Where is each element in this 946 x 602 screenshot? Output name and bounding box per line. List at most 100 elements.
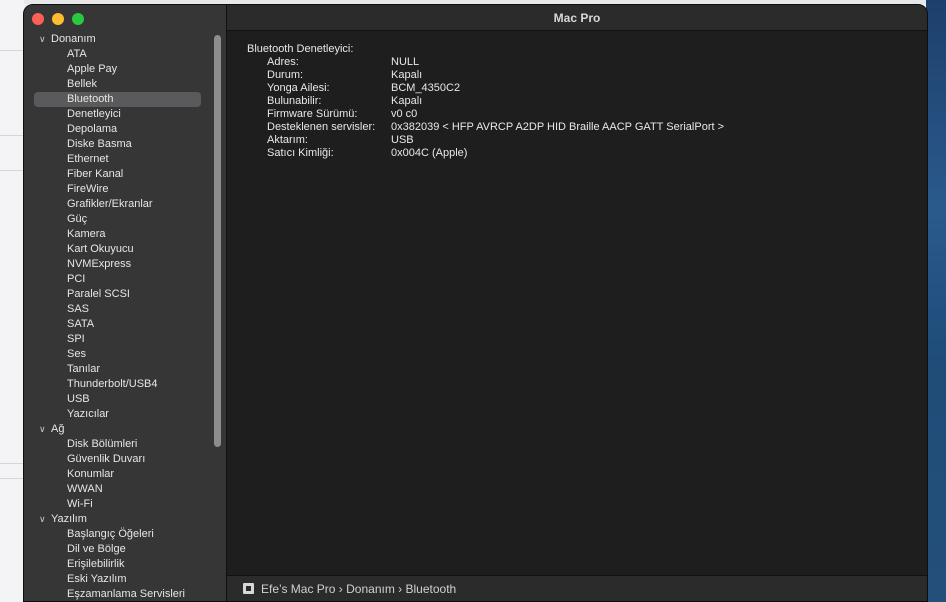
sidebar-item[interactable]: Eşzamanlama Servisleri	[24, 587, 214, 601]
sidebar-item[interactable]: SAS	[24, 302, 214, 317]
sidebar-scrollbar[interactable]	[214, 35, 221, 447]
property-row: Satıcı Kimliği: 0x004C (Apple)	[247, 147, 927, 160]
sidebar-item-label: Dil ve Bölge	[67, 543, 126, 555]
sidebar-item[interactable]: Thunderbolt/USB4	[24, 377, 214, 392]
close-button[interactable]	[32, 13, 44, 25]
sidebar-item[interactable]: Disk Bölümleri	[24, 437, 214, 452]
property-value: Kapalı	[391, 95, 423, 107]
sidebar-item-label: ATA	[67, 48, 87, 60]
sidebar-item-label: Diske Basma	[67, 138, 132, 150]
property-row: Yonga Ailesi: BCM_4350C2	[247, 82, 927, 95]
sidebar-item-label: Erişilebilirlik	[67, 558, 125, 570]
window-controls	[32, 13, 84, 25]
system-information-window: ∨ Donanım ATA Apple Pay Bellek Bluetooth Denet…	[23, 4, 928, 602]
background-window-edge	[0, 0, 24, 602]
sidebar-item-label: Tanılar	[67, 363, 101, 375]
sidebar-item[interactable]: Wi-Fi	[24, 497, 214, 512]
sidebar-item[interactable]: Yazıcılar	[24, 407, 214, 422]
sidebar-item-label: Depolama	[67, 123, 118, 135]
sidebar-item-label: Güç	[67, 213, 88, 225]
chevron-down-icon[interactable]: ∨	[39, 32, 49, 47]
sidebar-item[interactable]: Eski Yazılım	[24, 572, 214, 587]
sidebar-item-label: Eski Yazılım	[67, 573, 127, 585]
sidebar-item[interactable]: ATA	[24, 47, 214, 62]
sidebar-item[interactable]: Kart Okuyucu	[24, 242, 214, 257]
sidebar-item-label: Ethernet	[67, 153, 109, 165]
sidebar-item-label: SATA	[67, 318, 95, 330]
sidebar-item[interactable]: Kamera	[24, 227, 214, 242]
property-key: Aktarım:	[267, 134, 308, 146]
property-row: Aktarım: USB	[247, 134, 927, 147]
sidebar-item[interactable]: SPI	[24, 332, 214, 347]
sidebar-item[interactable]: SATA	[24, 317, 214, 332]
sidebar-item-label: Ses	[67, 348, 86, 360]
sidebar-item[interactable]: Ethernet	[24, 152, 214, 167]
sidebar-item[interactable]: USB	[24, 392, 214, 407]
sidebar-section[interactable]: ∨ Ağ	[24, 422, 214, 437]
title-bar: Mac Pro	[227, 5, 927, 31]
property-value: 0x004C (Apple)	[391, 147, 468, 159]
chevron-down-icon[interactable]: ∨	[39, 512, 49, 527]
property-list: Adres: NULL Durum: Kapalı Yonga Ailesi: BCM_4…	[247, 56, 927, 160]
sidebar-item[interactable]: Grafikler/Ekranlar	[24, 197, 214, 212]
sidebar-item-label: Güvenlik Duvarı	[67, 453, 146, 465]
property-row: Adres: NULL	[247, 56, 927, 69]
sidebar-item[interactable]: Fiber Kanal	[24, 167, 214, 182]
sidebar-item-label: Bellek	[67, 78, 97, 90]
path-bar: Efe’s Mac Pro › Donanım › Bluetooth	[227, 575, 927, 601]
sidebar-item[interactable]: Apple Pay	[24, 62, 214, 77]
sidebar-item-label: Paralel SCSI	[67, 288, 130, 300]
sidebar-item[interactable]: Konumlar	[24, 467, 214, 482]
sidebar-item[interactable]: Ses	[24, 347, 214, 362]
sidebar-item-label: Wi-Fi	[67, 498, 93, 510]
breadcrumb: Efe’s Mac Pro › Donanım › Bluetooth	[261, 581, 457, 596]
sidebar-item[interactable]: FireWire	[24, 182, 214, 197]
sidebar-item[interactable]: Paralel SCSI	[24, 287, 214, 302]
property-row: Durum: Kapalı	[247, 69, 927, 82]
sidebar-item[interactable]: PCI	[24, 272, 214, 287]
sidebar-item[interactable]: Depolama	[24, 122, 214, 137]
property-value: v0 c0	[391, 108, 418, 120]
sidebar-item-label: SPI	[67, 333, 85, 345]
sidebar-item-selected[interactable]: Bluetooth	[24, 92, 214, 107]
property-key: Satıcı Kimliği:	[267, 147, 334, 159]
sidebar-item[interactable]: Tanılar	[24, 362, 214, 377]
sidebar-section[interactable]: ∨ Yazılım	[24, 512, 214, 527]
sidebar-item-label: Grafikler/Ekranlar	[67, 198, 153, 210]
sidebar-item[interactable]: Güç	[24, 212, 214, 227]
sidebar: ∨ Donanım ATA Apple Pay Bellek Bluetooth Denet…	[24, 5, 227, 601]
sidebar-item[interactable]: Erişilebilirlik	[24, 557, 214, 572]
property-value: NULL	[391, 56, 420, 68]
zoom-button[interactable]	[72, 13, 84, 25]
chevron-down-icon[interactable]: ∨	[39, 422, 49, 437]
computer-icon	[243, 583, 254, 594]
property-value: 0x382039 < HFP AVRCP A2DP HID Braille AA…	[391, 121, 725, 133]
sidebar-item-label: FireWire	[67, 183, 109, 195]
sidebar-tree: ∨ Donanım ATA Apple Pay Bellek Bluetooth Denet…	[24, 32, 214, 601]
property-key: Firmware Sürümü:	[267, 108, 358, 120]
sidebar-item-label: Yazılım	[51, 513, 87, 525]
sidebar-item-label: NVMExpress	[67, 258, 132, 270]
sidebar-item-label: Disk Bölümleri	[67, 438, 138, 450]
sidebar-item[interactable]: NVMExpress	[24, 257, 214, 272]
property-value: Kapalı	[391, 69, 423, 81]
sidebar-item-label: WWAN	[67, 483, 103, 495]
sidebar-item[interactable]: Başlangıç Öğeleri	[24, 527, 214, 542]
sidebar-item[interactable]: Güvenlik Duvarı	[24, 452, 214, 467]
desktop-wallpaper	[926, 0, 946, 602]
minimize-button[interactable]	[52, 13, 64, 25]
property-key: Durum:	[267, 69, 304, 81]
property-row: Bulunabilir: Kapalı	[247, 95, 927, 108]
sidebar-item[interactable]: Bellek	[24, 77, 214, 92]
sidebar-item[interactable]: WWAN	[24, 482, 214, 497]
sidebar-section[interactable]: ∨ Donanım	[24, 32, 214, 47]
property-row: Firmware Sürümü: v0 c0	[247, 108, 927, 121]
sidebar-item[interactable]: Denetleyici	[24, 107, 214, 122]
sidebar-item-label: Eşzamanlama Servisleri	[67, 588, 185, 600]
sidebar-item[interactable]: Dil ve Bölge	[24, 542, 214, 557]
sidebar-item-label: Kamera	[67, 228, 106, 240]
property-row: Desteklenen servisler: 0x382039 < HFP AVR…	[247, 121, 927, 134]
sidebar-item[interactable]: Diske Basma	[24, 137, 214, 152]
detail-heading: Bluetooth Denetleyici:	[247, 43, 354, 55]
sidebar-item-label: SAS	[67, 303, 90, 315]
